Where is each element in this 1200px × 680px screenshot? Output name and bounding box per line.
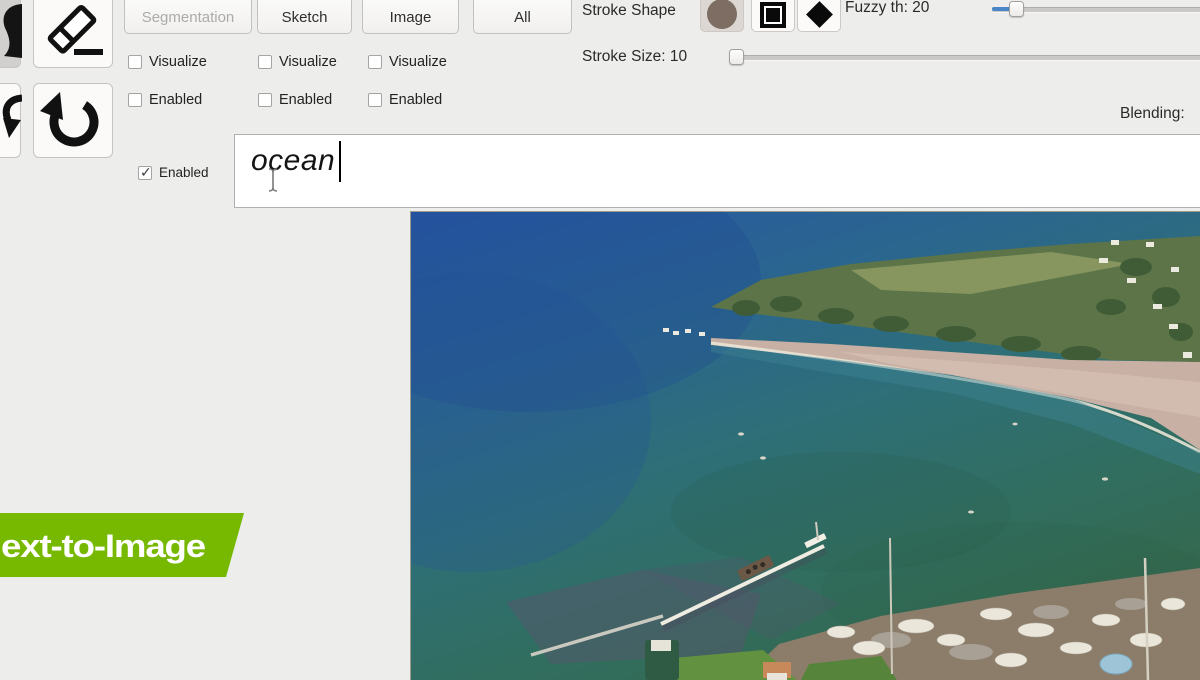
diamond-shape-icon — [806, 1, 833, 28]
stroke-shape-circle-button[interactable] — [700, 0, 744, 32]
checkbox-box[interactable] — [258, 55, 272, 69]
undo-icon — [34, 84, 112, 157]
redo-icon — [0, 84, 22, 159]
checkbox-box[interactable] — [128, 55, 142, 69]
stroke-size-label: Stroke Size: 10 — [582, 48, 687, 66]
blue-boat — [1100, 654, 1132, 674]
canvas-image-panel[interactable] — [410, 211, 1200, 680]
all-button[interactable]: All — [473, 0, 572, 34]
enabled-checkbox-sketch[interactable]: Enabled — [258, 92, 332, 108]
undo-tool-button[interactable] — [33, 83, 113, 158]
checkbox-box[interactable] — [368, 93, 382, 107]
redo-tool-button[interactable] — [0, 83, 21, 158]
enabled-label: Enabled — [389, 92, 442, 108]
checkmark-icon: ✓ — [140, 164, 152, 181]
fuzzy-threshold-label: Fuzzy th: 20 — [845, 0, 929, 17]
eraser-tool-button[interactable] — [33, 0, 113, 68]
stroke-shape-square-button[interactable] — [751, 0, 795, 32]
coastline-photo — [411, 212, 1200, 680]
checkbox-box[interactable] — [128, 93, 142, 107]
visualize-label: Visualize — [149, 54, 207, 70]
enabled-label: Enabled — [149, 92, 202, 108]
sketch-button-label: Sketch — [282, 9, 328, 26]
visualize-label: Visualize — [389, 54, 447, 70]
segmentation-button-label: Segmentation — [142, 9, 235, 26]
prompt-input-value: ocean — [251, 144, 335, 178]
all-button-label: All — [514, 9, 531, 26]
text-to-image-banner: ext-to-Image — [0, 512, 260, 578]
stroke-size-slider[interactable] — [729, 55, 1200, 61]
fuzzy-slider-handle[interactable] — [1009, 1, 1024, 17]
segmentation-button[interactable]: Segmentation — [124, 0, 252, 34]
text-caret — [339, 141, 341, 182]
app-window: Segmentation Sketch Image All Visualize … — [0, 0, 1200, 680]
brush-tool-button[interactable] — [0, 0, 21, 68]
stroke-size-slider-handle[interactable] — [729, 49, 744, 65]
blending-label: Blending: — [1120, 105, 1185, 123]
prompt-input[interactable]: ocean — [234, 134, 1200, 208]
banner-label: ext-to-Image — [1, 528, 205, 564]
checkbox-box[interactable] — [258, 93, 272, 107]
prompt-enabled-checkbox[interactable]: ✓ Enabled — [138, 165, 209, 180]
circle-shape-icon — [707, 0, 737, 29]
enabled-checkbox-image[interactable]: Enabled — [368, 92, 442, 108]
checkbox-box[interactable]: ✓ — [138, 166, 152, 180]
stroke-shape-label: Stroke Shape — [582, 2, 676, 20]
checkbox-box[interactable] — [368, 55, 382, 69]
square-shape-icon — [760, 2, 786, 28]
visualize-label: Visualize — [279, 54, 337, 70]
visualize-checkbox-sketch[interactable]: Visualize — [258, 54, 337, 70]
ibeam-cursor — [267, 167, 279, 193]
enabled-label: Enabled — [279, 92, 332, 108]
visualize-checkbox-segmentation[interactable]: Visualize — [128, 54, 207, 70]
sketch-button[interactable]: Sketch — [257, 0, 352, 34]
enabled-checkbox-segmentation[interactable]: Enabled — [128, 92, 202, 108]
visualize-checkbox-image[interactable]: Visualize — [368, 54, 447, 70]
eraser-icon — [34, 0, 112, 67]
brush-icon — [0, 0, 22, 69]
stroke-shape-diamond-button[interactable] — [797, 0, 841, 32]
image-button-label: Image — [390, 9, 432, 26]
prompt-enabled-label: Enabled — [159, 165, 209, 180]
image-button[interactable]: Image — [362, 0, 459, 34]
